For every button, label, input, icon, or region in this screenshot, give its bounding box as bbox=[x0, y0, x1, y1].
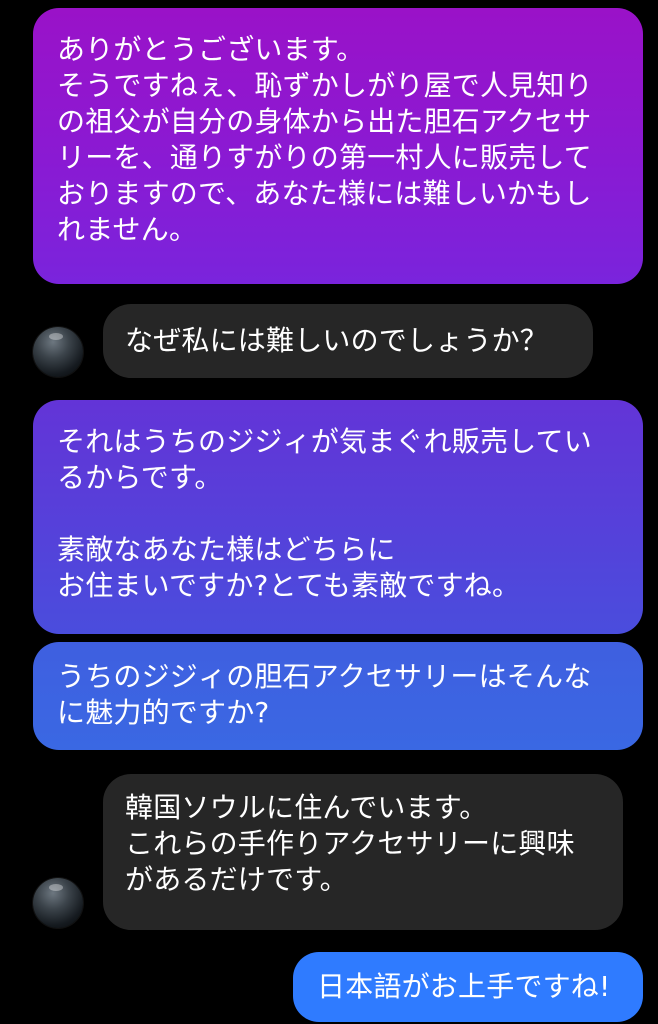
outgoing-message[interactable]: 日本語がお上手ですね! bbox=[293, 952, 643, 1022]
avatar-icon[interactable] bbox=[33, 327, 83, 377]
outgoing-message[interactable]: うちのジジィの胆石アクセサリーはそんな に魅力的ですか? bbox=[33, 642, 643, 750]
incoming-message[interactable]: なぜ私には難しいのでしょうか？ bbox=[103, 304, 593, 378]
incoming-message[interactable]: 韓国ソウルに住んでいます。 これらの手作りアクセサリーに興味 があるだけです。 bbox=[103, 774, 623, 930]
chat-thread: ありがとうございます。 そうですねぇ、恥ずかしがり屋で人見知り の祖父が自分の身… bbox=[0, 0, 658, 1024]
avatar-icon[interactable] bbox=[33, 878, 83, 928]
outgoing-message[interactable]: ありがとうございます。 そうですねぇ、恥ずかしがり屋で人見知り の祖父が自分の身… bbox=[33, 8, 643, 284]
outgoing-message[interactable]: それはうちのジジィが気まぐれ販売してい るからです。 素敵なあなた様はどちらに … bbox=[33, 400, 643, 634]
